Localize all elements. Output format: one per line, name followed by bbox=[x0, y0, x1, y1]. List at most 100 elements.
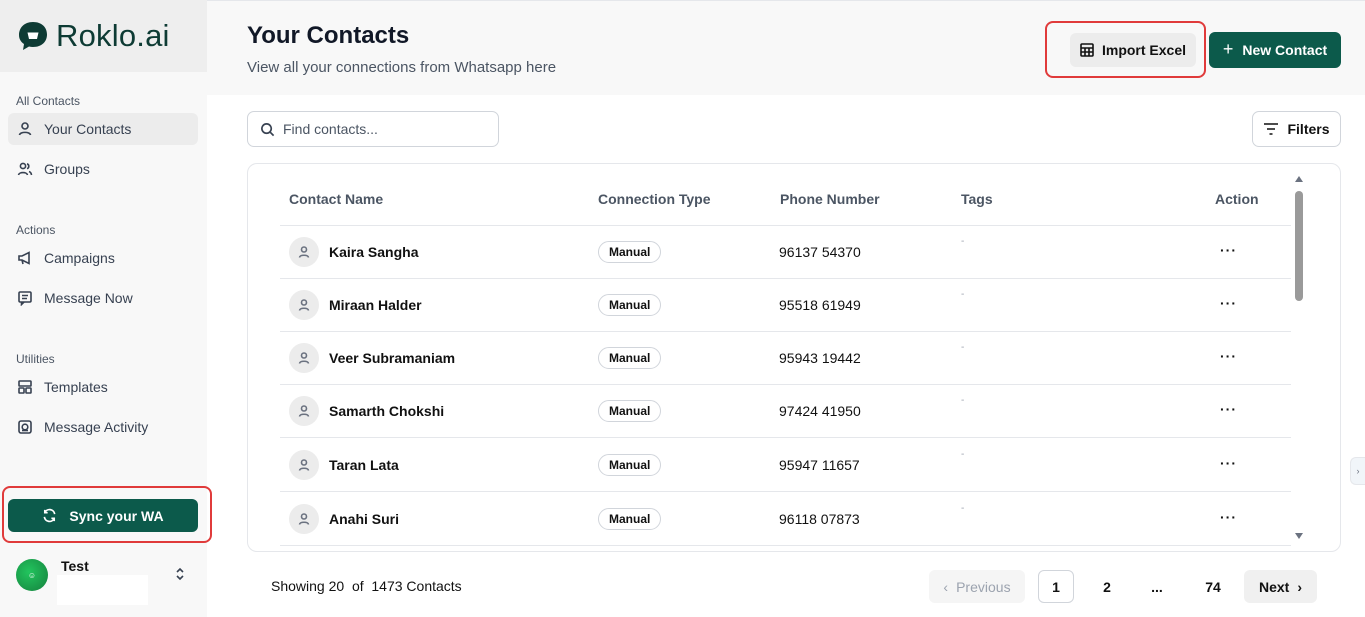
sidebar-item-templates[interactable]: Templates bbox=[8, 371, 198, 403]
contact-name: Kaira Sangha bbox=[329, 244, 419, 260]
table-icon bbox=[1080, 43, 1094, 57]
row-actions-menu-button[interactable]: ··· bbox=[1220, 455, 1237, 471]
previous-label: Previous bbox=[956, 578, 1011, 595]
contacts-table: Contact Name Connection Type Phone Numbe… bbox=[247, 163, 1341, 552]
filter-icon bbox=[1264, 123, 1279, 135]
sidebar-item-label: Groups bbox=[44, 161, 90, 177]
sidebar-item-label: Your Contacts bbox=[44, 121, 132, 137]
phone-number: 96118 07873 bbox=[779, 511, 860, 527]
sidebar-item-campaigns[interactable]: Campaigns bbox=[8, 242, 198, 274]
import-excel-label: Import Excel bbox=[1101, 42, 1187, 58]
search-icon bbox=[261, 122, 275, 136]
page-subtitle: View all your connections from Whatsapp … bbox=[247, 59, 557, 76]
row-actions-menu-button[interactable]: ··· bbox=[1220, 401, 1237, 417]
section-title-actions: Actions bbox=[16, 223, 56, 237]
table-header: Contact Name Connection Type Phone Numbe… bbox=[280, 164, 1291, 226]
users-icon bbox=[16, 160, 34, 178]
user-menu[interactable]: ☺ Test bbox=[16, 556, 196, 606]
new-contact-label: New Contact bbox=[1242, 42, 1328, 58]
row-actions-menu-button[interactable]: ··· bbox=[1220, 295, 1237, 311]
page-button-2[interactable]: 2 bbox=[1090, 570, 1124, 603]
tags-cell: - bbox=[961, 449, 965, 460]
contact-avatar-icon bbox=[289, 290, 319, 320]
column-header-tags[interactable]: Tags bbox=[961, 191, 993, 207]
search-input[interactable] bbox=[283, 121, 483, 137]
table-row[interactable]: Samarth Chokshi Manual 97424 41950 - ··· bbox=[280, 385, 1291, 438]
page-header: Your Contacts View all your connections … bbox=[207, 0, 1365, 95]
tags-cell: - bbox=[961, 289, 965, 300]
section-title-all-contacts: All Contacts bbox=[16, 94, 81, 108]
table-row[interactable]: Miraan Halder Manual 95518 61949 - ··· bbox=[280, 279, 1291, 332]
sidebar: Roklo.ai All Contacts Your Contacts Grou… bbox=[0, 0, 212, 617]
page-title: Your Contacts bbox=[247, 22, 410, 49]
showing-count-text: Showing 20 of 1473 Contacts bbox=[271, 578, 462, 594]
contact-avatar-icon bbox=[289, 504, 319, 534]
table-row[interactable]: Taran Lata Manual 95947 11657 - ··· bbox=[280, 439, 1291, 492]
column-header-phone-number[interactable]: Phone Number bbox=[780, 191, 880, 207]
phone-number: 95943 19442 bbox=[779, 350, 861, 366]
contact-name: Anahi Suri bbox=[329, 511, 400, 527]
table-row[interactable]: Kaira Sangha Manual 96137 54370 - ··· bbox=[280, 226, 1291, 279]
search-box[interactable] bbox=[247, 111, 499, 147]
phone-number: 96137 54370 bbox=[779, 244, 861, 260]
next-label: Next bbox=[1258, 578, 1290, 595]
column-header-connection-type[interactable]: Connection Type bbox=[598, 191, 711, 207]
row-actions-menu-button[interactable]: ··· bbox=[1220, 242, 1237, 258]
contact-name: Samarth Chokshi bbox=[329, 403, 445, 419]
app-root: Roklo.ai All Contacts Your Contacts Grou… bbox=[0, 0, 1365, 617]
import-excel-button[interactable]: Import Excel bbox=[1070, 33, 1196, 67]
column-header-contact-name[interactable]: Contact Name bbox=[289, 191, 383, 207]
sidebar-item-label: Message Now bbox=[44, 290, 133, 306]
sidebar-item-groups[interactable]: Groups bbox=[8, 153, 198, 185]
connection-type-badge: Manual bbox=[598, 241, 662, 263]
tags-cell: - bbox=[961, 236, 965, 247]
sidebar-item-label: Message Activity bbox=[44, 419, 149, 435]
table-row[interactable]: Anahi Suri Manual 96118 07873 - ··· bbox=[280, 493, 1291, 546]
filters-button[interactable]: Filters bbox=[1252, 111, 1341, 147]
logo[interactable]: Roklo.ai bbox=[0, 0, 207, 72]
side-panel-toggle-icon[interactable]: › bbox=[1350, 457, 1365, 485]
refresh-icon bbox=[43, 508, 56, 523]
chevron-up-down-icon[interactable] bbox=[173, 566, 187, 582]
page-button-74[interactable]: 74 bbox=[1196, 570, 1230, 603]
contact-avatar-icon bbox=[289, 450, 319, 480]
layout-icon bbox=[16, 378, 34, 396]
contact-avatar-icon bbox=[289, 396, 319, 426]
new-contact-button[interactable]: + New Contact bbox=[1209, 32, 1341, 68]
page-button-1[interactable]: 1 bbox=[1038, 570, 1074, 603]
sync-wa-button[interactable]: Sync your WA bbox=[8, 499, 198, 532]
contact-name: Taran Lata bbox=[329, 457, 399, 473]
contact-avatar-icon bbox=[289, 237, 319, 267]
user-email-redacted bbox=[57, 575, 148, 605]
contact-name: Miraan Halder bbox=[329, 297, 422, 313]
scroll-up-arrow-icon[interactable] bbox=[1295, 176, 1303, 182]
row-actions-menu-button[interactable]: ··· bbox=[1220, 348, 1237, 364]
avatar: ☺ bbox=[16, 559, 48, 591]
filters-label: Filters bbox=[1287, 121, 1330, 137]
table-scrollbar[interactable] bbox=[1294, 176, 1304, 541]
row-actions-menu-button[interactable]: ··· bbox=[1220, 509, 1237, 525]
next-page-button[interactable]: Next › bbox=[1244, 570, 1317, 603]
phone-number: 95518 61949 bbox=[779, 297, 861, 313]
tags-cell: - bbox=[961, 342, 965, 353]
phone-number: 95947 11657 bbox=[779, 457, 860, 473]
column-header-action: Action bbox=[1215, 191, 1259, 207]
connection-type-badge: Manual bbox=[598, 347, 662, 369]
sidebar-item-message-now[interactable]: Message Now bbox=[8, 282, 198, 314]
connection-type-badge: Manual bbox=[598, 400, 662, 422]
section-title-utilities: Utilities bbox=[16, 352, 55, 366]
sidebar-item-your-contacts[interactable]: Your Contacts bbox=[8, 113, 198, 145]
chat-bubble-logo-icon bbox=[19, 22, 47, 50]
connection-type-badge: Manual bbox=[598, 294, 662, 316]
scroll-down-arrow-icon[interactable] bbox=[1295, 533, 1303, 539]
previous-page-button[interactable]: ‹ Previous bbox=[929, 570, 1025, 603]
chevron-right-icon: › bbox=[1297, 578, 1303, 595]
sidebar-item-label: Templates bbox=[44, 379, 108, 395]
sidebar-item-message-activity[interactable]: Message Activity bbox=[8, 411, 198, 443]
user-name: Test bbox=[61, 558, 89, 574]
scrollbar-thumb[interactable] bbox=[1295, 191, 1303, 301]
sidebar-item-label: Campaigns bbox=[44, 250, 115, 266]
page-ellipsis: ... bbox=[1151, 578, 1163, 595]
plus-icon: + bbox=[1222, 38, 1234, 59]
table-row[interactable]: Veer Subramaniam Manual 95943 19442 - ··… bbox=[280, 332, 1291, 385]
